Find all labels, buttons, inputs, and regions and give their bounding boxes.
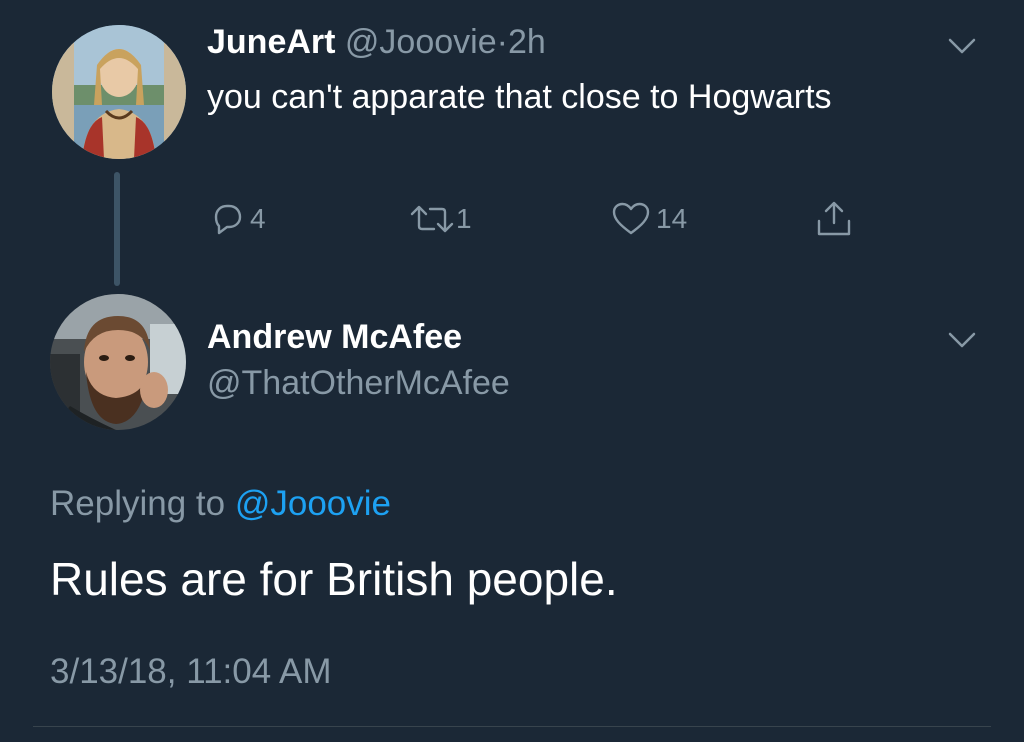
share-icon xyxy=(814,199,854,239)
reply-icon xyxy=(208,200,246,238)
reply-author-name[interactable]: Andrew McAfee xyxy=(207,316,462,358)
like-button[interactable]: 14 xyxy=(610,199,687,239)
header-separator: · xyxy=(496,23,508,61)
parent-author-handle[interactable]: @Jooovie xyxy=(345,23,497,61)
thread-connector-line xyxy=(114,172,120,286)
retweet-button[interactable]: 1 xyxy=(408,199,472,239)
reply-author-handle[interactable]: @ThatOtherMcAfee xyxy=(207,362,510,404)
reply-avatar[interactable] xyxy=(50,294,186,430)
divider xyxy=(33,726,991,727)
heart-icon xyxy=(610,200,652,238)
parent-tweet-text: you can't apparate that close to Hogwart… xyxy=(207,78,832,116)
replying-to-mention-link[interactable]: @Jooovie xyxy=(235,484,391,523)
reply-button[interactable]: 4 xyxy=(208,199,266,239)
chevron-down-icon[interactable] xyxy=(947,36,977,56)
parent-tweet-time[interactable]: 2h xyxy=(508,23,546,61)
parent-author-name[interactable]: JuneArt xyxy=(207,23,335,61)
parent-avatar[interactable] xyxy=(52,25,186,159)
like-count: 14 xyxy=(656,203,688,234)
reply-tweet-text: Rules are for British people. xyxy=(50,553,618,605)
replying-to-label: Replying to xyxy=(50,484,226,523)
reply-count: 4 xyxy=(250,203,266,234)
parent-tweet-header: JuneArt @Jooovie·2h xyxy=(207,20,546,64)
replying-to-line: Replying to @Jooovie xyxy=(50,482,391,526)
reply-timestamp[interactable]: 3/13/18, 11:04 AM xyxy=(50,650,332,694)
chevron-down-icon[interactable] xyxy=(947,330,977,350)
share-button[interactable] xyxy=(814,199,854,239)
retweet-icon xyxy=(408,200,456,238)
retweet-count: 1 xyxy=(456,203,472,234)
